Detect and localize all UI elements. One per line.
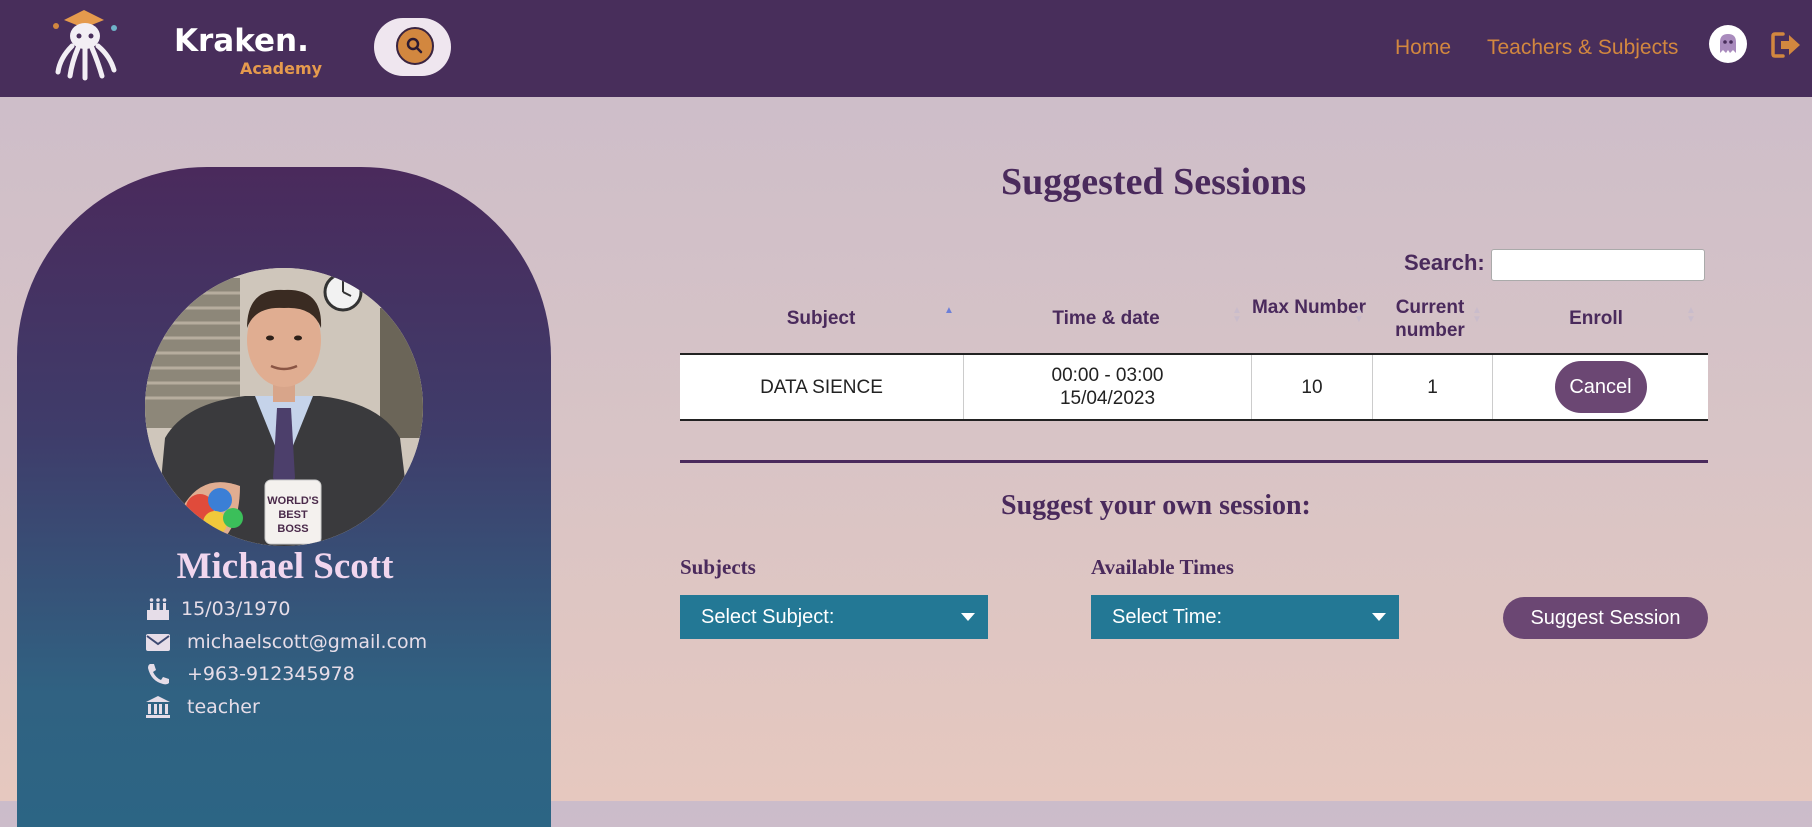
mug-text-line-3: BOSS — [277, 523, 308, 535]
birthdate-text: 15/03/1970 — [181, 598, 291, 620]
info-email: michaelscott@gmail.com — [145, 629, 427, 655]
nav-link-home[interactable]: Home — [1395, 36, 1451, 60]
nav-link-teachers-subjects[interactable]: Teachers & Subjects — [1487, 36, 1678, 60]
subject-select[interactable]: Select Subject: — [680, 595, 988, 639]
cancel-enroll-button[interactable]: Cancel — [1554, 361, 1647, 413]
column-header-time-date[interactable]: Time & date — [966, 307, 1246, 330]
profile-name: Michael Scott — [176, 546, 394, 587]
column-header-current-number[interactable]: Current number — [1376, 296, 1484, 342]
table-search-input[interactable] — [1491, 249, 1705, 281]
subjects-label: Subjects — [680, 555, 756, 579]
sessions-table: DATA SIENCE 00:00 - 03:00 15/04/2023 10 … — [680, 353, 1708, 421]
search-button[interactable] — [374, 18, 451, 76]
sort-ascending-icon[interactable]: ▲ — [944, 306, 954, 316]
email-text: michaelscott@gmail.com — [187, 631, 428, 653]
subject-select-value: Select Subject: — [701, 605, 835, 628]
logo-subtitle: Academy — [240, 59, 323, 78]
profile-photo-illustration: WORLD'S BEST BOSS — [145, 268, 423, 546]
sort-icon-enroll[interactable]: ▲ ▼ — [1686, 306, 1696, 325]
octopus-logo-icon — [53, 10, 117, 81]
institution-icon — [146, 696, 170, 718]
time-select-value: Select Time: — [1112, 605, 1223, 628]
sort-icon-max[interactable]: ▲ ▼ — [1354, 306, 1364, 325]
search-icon — [406, 37, 423, 54]
cell-current-number: 1 — [1373, 355, 1493, 419]
suggest-session-button[interactable]: Suggest Session — [1503, 597, 1708, 639]
column-header-subject[interactable]: Subject — [700, 307, 942, 330]
cell-enroll: Cancel — [1493, 355, 1708, 419]
info-phone: +963-912345978 — [145, 661, 355, 687]
phone-icon — [148, 664, 169, 685]
birthday-cake-icon — [147, 598, 169, 620]
chevron-down-icon — [961, 613, 975, 621]
mug-text-line-1: WORLD'S — [267, 495, 319, 507]
role-text: teacher — [187, 696, 260, 718]
search-icon-circle — [396, 27, 434, 65]
info-birthdate: 15/03/1970 — [145, 596, 291, 622]
column-header-max-number[interactable]: Max Number — [1250, 296, 1368, 319]
info-role: teacher — [145, 694, 260, 720]
available-times-label: Available Times — [1091, 555, 1234, 579]
profile-avatar-button[interactable] — [1709, 25, 1747, 63]
table-search-label: Search: — [1404, 250, 1485, 275]
page-title: Suggested Sessions — [1001, 161, 1307, 203]
cell-max-number: 10 — [1252, 355, 1373, 419]
column-header-enroll[interactable]: Enroll — [1494, 307, 1698, 330]
cell-date: 15/04/2023 — [1059, 388, 1156, 409]
sort-icon-current[interactable]: ▲ ▼ — [1472, 306, 1482, 325]
phone-text: +963-912345978 — [187, 663, 355, 685]
mug-text-line-2: BEST — [278, 509, 308, 521]
ghost-avatar-icon — [1720, 34, 1736, 53]
cell-time: 00:00 - 03:00 — [1051, 365, 1164, 386]
cell-subject: DATA SIENCE — [680, 355, 964, 419]
profile-photo: WORLD'S BEST BOSS — [145, 268, 423, 546]
navbar: Kraken. Academy Home Teachers & Subjects — [0, 0, 1812, 97]
suggest-section-title: Suggest your own session: — [1001, 490, 1311, 521]
chevron-down-icon — [1372, 613, 1386, 621]
time-select[interactable]: Select Time: — [1091, 595, 1399, 639]
logo[interactable]: Kraken. Academy — [48, 6, 322, 82]
logout-icon[interactable] — [1771, 31, 1801, 59]
sort-icon-time[interactable]: ▲ ▼ — [1232, 306, 1242, 325]
envelope-icon — [146, 634, 170, 651]
section-divider — [680, 460, 1708, 463]
logo-text: Kraken. — [174, 23, 309, 59]
cell-time-date: 00:00 - 03:00 15/04/2023 — [964, 355, 1252, 419]
